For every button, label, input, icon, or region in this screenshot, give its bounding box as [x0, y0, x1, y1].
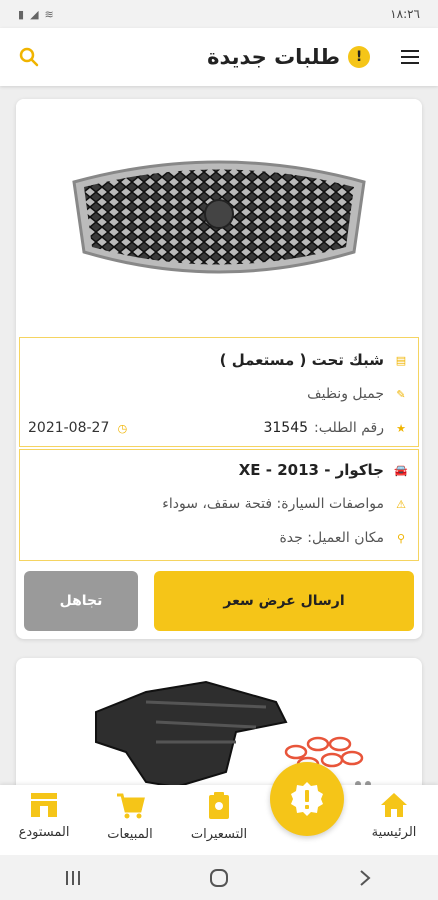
- car-info: 🚘 جاكوار - XE - 2013 ⚠ مواصفات السيارة: …: [19, 449, 419, 561]
- home-system-button[interactable]: [199, 858, 239, 898]
- nav-home[interactable]: الرئيسية: [350, 785, 438, 855]
- search-icon: [19, 47, 39, 67]
- order-number: 31545: [263, 420, 309, 436]
- ignore-button[interactable]: تجاهل: [24, 571, 138, 631]
- home-circle-icon: [210, 868, 228, 887]
- status-bar: ▮ ◢ ≋ ١٨:٢٦: [0, 0, 438, 28]
- warning-icon: ⚠: [396, 497, 406, 511]
- nav-sales[interactable]: المبيعات: [86, 785, 174, 855]
- clock-icon: ◷: [117, 421, 128, 435]
- part-name-row: ▤ شبك تحت ( مستعمل ): [20, 346, 418, 374]
- date-wrap: 2021-08-27 ◷: [28, 414, 129, 442]
- send-quote-button[interactable]: ارسال عرض سعر: [154, 571, 414, 631]
- order-label: رقم الطلب:: [314, 420, 384, 436]
- condition-row: ✎ جميل ونظيف: [20, 380, 418, 408]
- alert-badge-icon: [291, 782, 323, 816]
- wifi-icon: ≋: [44, 7, 54, 21]
- signal-icon: ◢: [30, 7, 39, 21]
- car-row: 🚘 جاكوار - XE - 2013: [20, 456, 418, 484]
- cart-icon: [117, 793, 145, 819]
- recent-apps-button[interactable]: [53, 858, 93, 898]
- home-icon: [381, 793, 407, 817]
- customer-location: مكان العميل: جدة: [279, 530, 384, 546]
- nav-sales-label: المبيعات: [107, 827, 153, 842]
- condition-icon: ✎: [396, 387, 406, 401]
- menu-button[interactable]: [396, 43, 424, 71]
- order-date: 2021-08-27: [28, 420, 110, 436]
- nav-quotes-label: التسعيرات: [190, 827, 248, 842]
- car-icon: 🚘: [394, 463, 408, 477]
- battery-icon: ▮: [18, 7, 25, 21]
- car-model: جاكوار - XE - 2013: [238, 461, 384, 479]
- recent-apps-icon: [66, 870, 80, 885]
- new-requests-fab[interactable]: [270, 762, 344, 836]
- warehouse-icon: [31, 793, 57, 817]
- system-nav: [0, 855, 438, 900]
- part-image-2: [86, 672, 386, 802]
- part-info: ▤ شبك تحت ( مستعمل ) ✎ جميل ونظيف ★ رقم …: [19, 337, 419, 447]
- nav-warehouse[interactable]: المستودع: [0, 785, 88, 855]
- part-name: شبك تحت ( مستعمل ): [219, 351, 384, 369]
- page-title: طلبات جديدة: [207, 45, 340, 69]
- bottom-nav: الرئيسية التسعيرات المبيعات المستودع: [0, 785, 438, 855]
- title-wrap: ! طلبات جديدة: [207, 45, 370, 69]
- nav-warehouse-label: المستودع: [18, 825, 70, 840]
- back-button[interactable]: [345, 858, 385, 898]
- nav-home-label: الرئيسية: [371, 825, 417, 840]
- part-image: [16, 99, 422, 335]
- status-time: ١٨:٢٦: [390, 7, 420, 21]
- part-icon: ▤: [395, 353, 407, 367]
- quotes-icon: [209, 792, 229, 819]
- specs-row: ⚠ مواصفات السيارة: فتحة سقف، سوداء: [20, 490, 418, 518]
- request-card: ▤ شبك تحت ( مستعمل ) ✎ جميل ونظيف ★ رقم …: [16, 99, 422, 639]
- car-specs: مواصفات السيارة: فتحة سقف، سوداء: [162, 496, 384, 512]
- alert-badge-icon: !: [348, 46, 370, 68]
- search-button[interactable]: [14, 42, 44, 72]
- app-bar: ! طلبات جديدة: [0, 28, 438, 86]
- chevron-right-icon: [360, 869, 371, 886]
- condition: جميل ونظيف: [307, 386, 384, 402]
- status-icons: ▮ ◢ ≋: [18, 8, 54, 21]
- nav-quotes[interactable]: التسعيرات: [175, 785, 263, 855]
- order-row: ★ رقم الطلب: 31545 2021-08-27 ◷: [20, 414, 418, 442]
- location-row: ⚲ مكان العميل: جدة: [20, 524, 418, 552]
- location-pin-icon: ⚲: [396, 531, 406, 545]
- star-icon: ★: [396, 421, 406, 435]
